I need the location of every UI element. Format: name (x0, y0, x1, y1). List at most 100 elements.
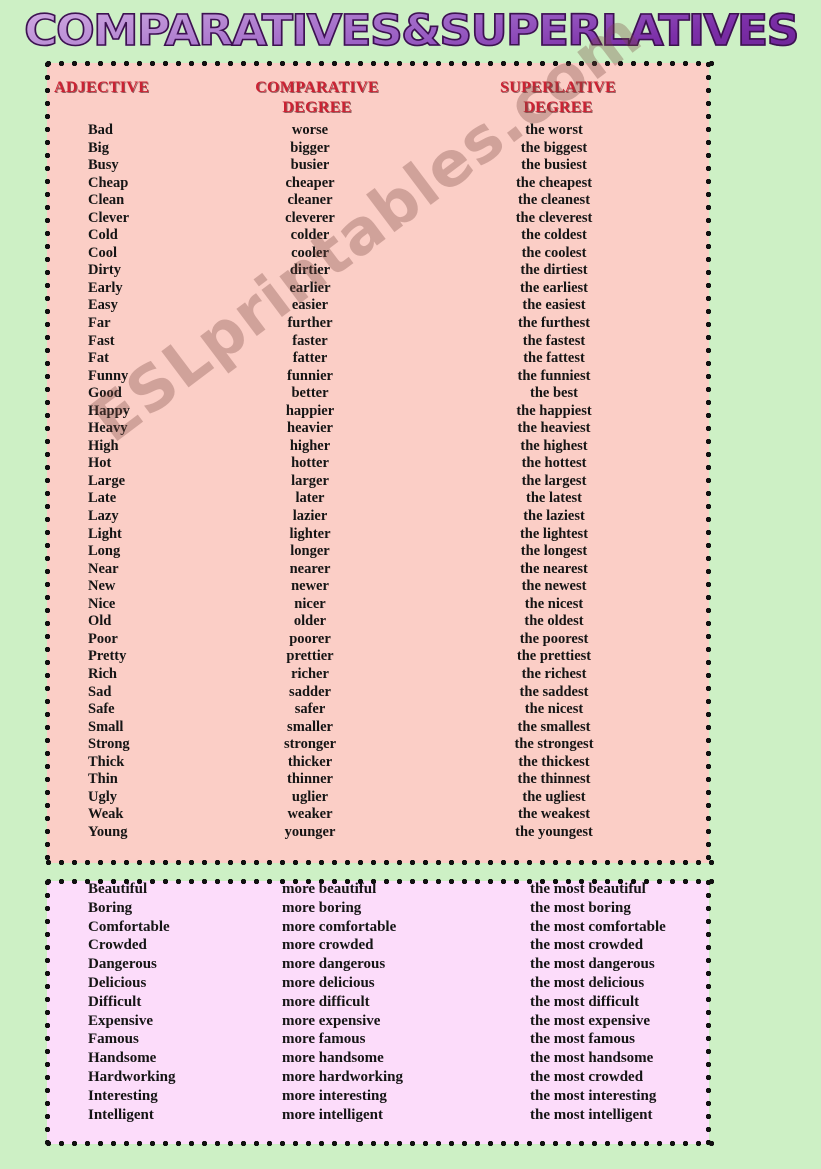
cell-comparative: larger (291, 472, 329, 489)
table-row: Clean cleaner the cleanest (42, 192, 714, 210)
table-row: Big bigger the biggest (42, 140, 714, 158)
cell-superlative: the cleverest (515, 209, 593, 226)
cell-adjective: Handsome (88, 1050, 157, 1067)
cell-superlative: the nicest (524, 701, 584, 718)
table-row: Nice nicer the nicest (42, 596, 714, 614)
table-row: Light lighter the lightest (42, 526, 714, 544)
table-row: New newer the newest (42, 578, 714, 596)
cell-comparative: faster (292, 332, 328, 349)
cell-comparative: lazier (292, 508, 328, 525)
cell-superlative: the thinnest (517, 771, 591, 788)
cell-superlative: the most delicious (530, 974, 645, 991)
table-row: Comfortable more comfortable the most comf… (42, 918, 714, 937)
cell-comparative: better (291, 385, 329, 402)
cell-superlative: the saddest (519, 683, 589, 700)
cell-comparative: cooler (291, 244, 329, 261)
cell-comparative: more handsome (282, 1050, 384, 1067)
cell-superlative: the cleanest (517, 192, 591, 209)
dotted-border-bottom (42, 857, 714, 868)
cell-superlative: the strongest (514, 736, 594, 753)
cell-adjective: Happy (88, 402, 130, 419)
column-header-superlative: SUPERLATIVE DEGREE (462, 79, 654, 117)
cell-adjective: Good (88, 385, 122, 402)
table-row: Pretty prettier the prettiest (42, 648, 714, 666)
cell-adjective: Busy (88, 157, 119, 174)
table-row: Hot hotter the hottest (42, 455, 714, 473)
table-row: Bad worse the worst (42, 122, 714, 140)
cell-superlative: the fattest (523, 350, 585, 367)
cell-superlative: the smallest (517, 718, 591, 735)
cell-comparative: more interesting (282, 1087, 387, 1104)
cell-superlative: the best (530, 385, 578, 402)
cell-comparative: later (295, 490, 325, 507)
cell-comparative: poorer (289, 630, 331, 647)
cell-superlative: the most handsome (530, 1050, 654, 1067)
cell-superlative: the nearest (520, 560, 588, 577)
column-header-superlative-line2: DEGREE (523, 99, 593, 116)
cell-comparative: smaller (287, 718, 333, 735)
table-row: Poor poorer the poorest (42, 631, 714, 649)
cell-superlative: the most expensive (530, 1012, 650, 1029)
cell-adjective: Dangerous (88, 956, 157, 973)
cell-adjective: Cheap (88, 174, 129, 191)
cell-adjective: Cool (88, 244, 117, 261)
table-row: Expensive more expensive the most expensiv… (42, 1012, 714, 1031)
cell-adjective: Large (88, 472, 126, 489)
table-row: Lazy lazier the laziest (42, 508, 714, 526)
cell-superlative: the laziest (523, 508, 585, 525)
table-row: Ugly uglier the ugliest (42, 789, 714, 807)
cell-adjective: Safe (88, 701, 115, 718)
cell-adjective: Funny (88, 367, 129, 384)
cell-adjective: Boring (88, 899, 133, 916)
cell-comparative: newer (291, 578, 329, 595)
table-row: Cold colder the coldest (42, 227, 714, 245)
cell-comparative: hotter (291, 455, 329, 472)
cell-adjective: Clever (88, 209, 130, 226)
cell-comparative: more boring (282, 899, 362, 916)
cell-adjective: Intelligent (88, 1106, 154, 1123)
cell-comparative: worse (291, 122, 329, 138)
cell-comparative: more hardworking (282, 1068, 403, 1085)
table-row: Fast faster the fastest (42, 333, 714, 351)
table-row: Early earlier the earliest (42, 280, 714, 298)
cell-adjective: Heavy (88, 420, 128, 437)
cell-superlative: the funniest (517, 367, 591, 384)
cell-superlative: the hottest (521, 455, 587, 472)
table-row: Far further the furthest (42, 315, 714, 333)
table-row: Famous more famous the most famous (42, 1030, 714, 1049)
cell-adjective: Thin (88, 771, 118, 788)
cell-adjective: Comfortable (88, 918, 170, 935)
cell-superlative: the most comfortable (530, 918, 666, 935)
cell-superlative: the prettiest (516, 648, 592, 665)
cell-comparative: more expensive (282, 1012, 381, 1029)
table-row: Near nearer the nearest (42, 561, 714, 579)
cell-superlative: the coolest (521, 244, 587, 261)
cell-adjective: Dirty (88, 262, 122, 279)
cell-superlative: the poorest (519, 630, 589, 647)
table-row: High higher the highest (42, 438, 714, 456)
cell-comparative: easier (291, 297, 329, 314)
table-row: Long longer the longest (42, 543, 714, 561)
cell-superlative: the worst (525, 122, 583, 138)
cell-adjective: Fat (88, 350, 109, 367)
cell-adjective: Difficult (88, 993, 142, 1010)
long-adjectives-table-body: Beautiful more beautiful the most beautifu… (42, 880, 714, 1124)
cell-superlative: the thickest (518, 753, 590, 770)
cell-comparative: thicker (287, 753, 333, 770)
column-header-comparative-line2: DEGREE (282, 99, 352, 116)
dotted-border-top (42, 58, 714, 69)
cell-comparative: busier (290, 157, 330, 174)
cell-adjective: Cold (88, 227, 118, 244)
table-row: Rich richer the richest (42, 666, 714, 684)
page-title: COMPARATIVES&SUPERLATIVES (0, 6, 821, 58)
table-row: Heavy heavier the heaviest (42, 420, 714, 438)
cell-adjective: High (88, 437, 119, 454)
cell-comparative: thinner (287, 771, 333, 788)
cell-superlative: the largest (521, 472, 587, 489)
cell-comparative: cleaner (287, 192, 333, 209)
cell-superlative: the most crowded (530, 937, 644, 954)
cell-comparative: heavier (287, 420, 333, 437)
cell-adjective: Beautiful (88, 881, 148, 897)
table-row: Sad sadder the saddest (42, 684, 714, 702)
cell-comparative: older (293, 613, 327, 630)
